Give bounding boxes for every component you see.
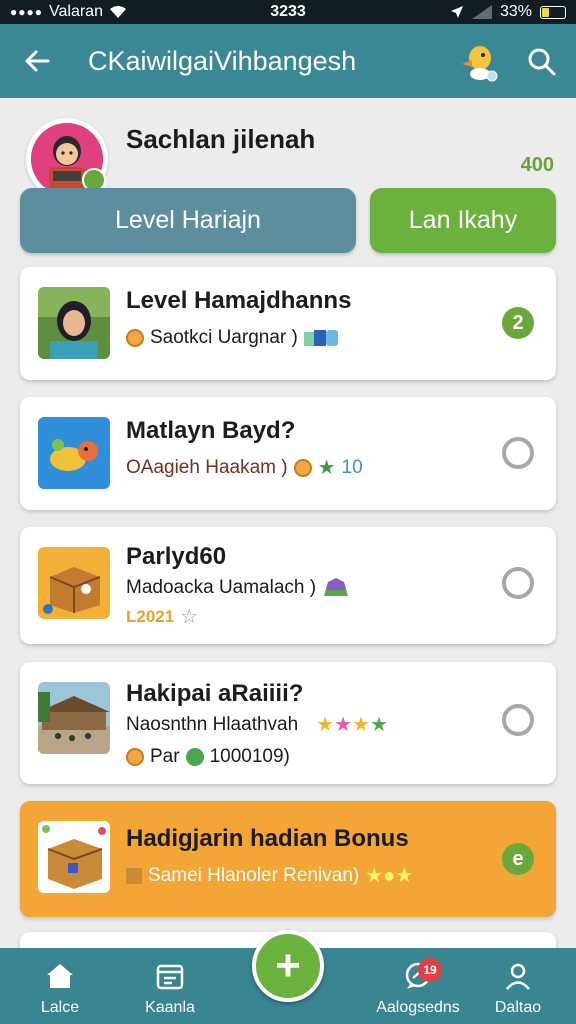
notification-badge: 19	[418, 958, 442, 982]
search-button[interactable]	[526, 46, 558, 78]
task-thumbnail	[38, 682, 110, 754]
task-title: Matlayn Bayd?	[126, 417, 296, 444]
page-title: CKaiwilgaiVihbangesh	[88, 46, 357, 76]
bonus-status-badge: e	[502, 843, 534, 875]
nav-item-messages[interactable]: Aalogsedns	[368, 948, 468, 1024]
nav-item-home[interactable]: Lalce	[10, 948, 110, 1024]
nav-item-calendar[interactable]: Kaanla	[120, 948, 220, 1024]
task-meta-label: Par	[150, 746, 180, 767]
gem-blocks-icon	[303, 330, 338, 346]
task-title: Parlyd60	[126, 543, 227, 570]
task-meta: 10	[341, 457, 363, 478]
task-meta: L2021	[126, 607, 175, 626]
task-card[interactable]: Level Hamajdhanns Saotkci Uargnar ) 2	[20, 267, 556, 380]
add-button[interactable]: +	[252, 930, 324, 1002]
star-outline-icon: ☆	[180, 606, 199, 628]
bonus-task-card[interactable]: Hadigjarin hadian Bonus Samei Hlanoler R…	[20, 801, 556, 917]
duck-mascot-icon	[462, 46, 498, 82]
task-subtitle-row: Naosnthn Hlaathvah ★★★★	[126, 714, 388, 736]
task-checkbox[interactable]	[502, 567, 534, 599]
nav-label: Kaanla	[145, 999, 195, 1016]
person-photo-icon	[38, 287, 110, 359]
task-checkbox[interactable]	[502, 704, 534, 736]
building-photo-icon	[38, 682, 110, 754]
search-icon	[528, 48, 556, 76]
task-thumbnail	[38, 287, 110, 359]
task-subtitle: Samei Hlanoler Renivan)	[148, 865, 360, 886]
task-subtitle: Madoacka Uamalach )	[126, 577, 317, 598]
chat-bubble-icon	[185, 748, 204, 766]
gift-box-icon	[38, 821, 110, 893]
gift-small-icon	[126, 868, 142, 884]
task-subtitle: Saotkci Uargnar )	[150, 327, 298, 348]
task-card[interactable]: Matlayn Bayd? OAagieh Haakam ) ★ 10	[20, 397, 556, 510]
arrow-left-icon	[25, 50, 50, 72]
coin-icon	[126, 329, 144, 347]
status-count-badge: 2	[502, 307, 534, 339]
calendar-icon	[156, 964, 184, 990]
profile-icon	[506, 963, 530, 990]
rating-stars-icon: ★★★★	[316, 714, 388, 736]
task-meta: 1000109)	[209, 746, 290, 767]
task-subtitle: Naosnthn Hlaathvah	[126, 714, 299, 735]
task-meta-row: Par 1000109)	[126, 746, 290, 768]
task-subtitle-row: Samei Hlanoler Renivan) ★●★	[126, 865, 413, 887]
task-meta-row: L2021 ☆	[126, 607, 198, 627]
plus-icon: +	[275, 941, 301, 990]
task-subtitle-row: Saotkci Uargnar )	[126, 327, 340, 349]
nav-label: Aalogsedns	[376, 999, 460, 1016]
coin-icon	[293, 459, 312, 477]
task-subtitle: OAagieh Haakam )	[126, 457, 288, 478]
location-arrow-icon	[450, 6, 463, 18]
bag-icon	[324, 578, 349, 596]
back-button[interactable]	[20, 44, 54, 78]
mascot-button[interactable]	[458, 40, 502, 84]
task-thumbnail	[38, 547, 110, 619]
task-subtitle-row: Madoacka Uamalach )	[126, 577, 350, 599]
nav-label: Lalce	[40, 999, 80, 1016]
toy-icon	[38, 417, 110, 489]
level-button[interactable]: Level Hariajn	[20, 188, 356, 253]
task-title: Hakipai aRaiiii?	[126, 680, 304, 707]
user-name: Sachlan jilenah	[126, 124, 316, 154]
battery-percent: 33%	[499, 3, 532, 20]
task-title: Level Hamajdhanns	[126, 287, 352, 314]
task-title: Hadigjarin hadian Bonus	[126, 825, 409, 852]
task-card[interactable]: Parlyd60 Madoacka Uamalach ) L2021 ☆	[20, 527, 556, 644]
star-icon: ★	[317, 457, 336, 479]
battery-icon	[540, 5, 566, 19]
task-card[interactable]: Hakipai aRaiiii? Naosnthn Hlaathvah ★★★★…	[20, 662, 556, 784]
task-checkbox[interactable]	[502, 437, 534, 469]
status-bar: ●●●● Valaran 3233 33%	[0, 0, 576, 24]
task-thumbnail	[38, 417, 110, 489]
battery-fill	[542, 7, 549, 17]
box-icon	[38, 547, 110, 619]
task-thumbnail	[38, 821, 110, 893]
app-header: CKaiwilgaiVihbangesh	[0, 24, 576, 98]
cell-signal-icon	[471, 5, 492, 19]
nav-label: Daltao	[494, 999, 542, 1016]
nav-item-profile[interactable]: Daltao	[468, 948, 568, 1024]
task-subtitle-row: OAagieh Haakam ) ★ 10	[126, 457, 363, 479]
coin-icon	[126, 748, 144, 766]
status-right: 33%	[450, 3, 566, 21]
points-value: 400	[520, 154, 554, 176]
bonus-stars-icon: ★●★	[365, 865, 414, 887]
home-icon	[47, 964, 73, 988]
action-button[interactable]: Lan Ikahy	[370, 188, 556, 253]
